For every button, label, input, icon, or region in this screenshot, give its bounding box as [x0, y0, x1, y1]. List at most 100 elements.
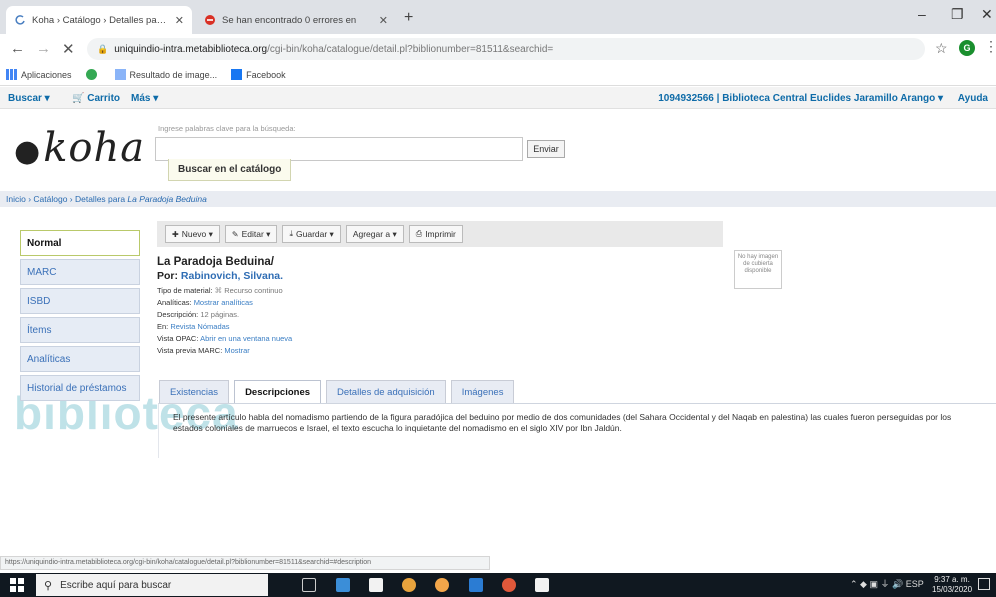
browser-tab-title: Koha › Catálogo › Detalles para :: [32, 14, 169, 26]
marc-preview-link[interactable]: Mostrar: [224, 346, 249, 355]
system-tray[interactable]: ⌃ ◆ ▣ ⏚ 🔊 ESP: [850, 577, 924, 590]
link-status-bar: https://uniquindio-intra.metabiblioteca.…: [0, 556, 490, 570]
sidebar-item-items[interactable]: Ítems: [20, 317, 140, 343]
windows-taskbar: ⚲ Escribe aquí para buscar ⌃ ◆ ▣ ⏚ 🔊 ESP…: [0, 573, 996, 597]
tab-existencias[interactable]: Existencias: [159, 380, 230, 404]
browser-menu-icon[interactable]: ⋮: [984, 38, 996, 55]
close-tab-icon[interactable]: ✕: [379, 14, 388, 27]
reload-favicon-icon: [15, 15, 25, 25]
chrome-active-icon[interactable]: [502, 578, 516, 592]
bookmark-google[interactable]: [85, 69, 101, 80]
cart-icon: 🛒: [72, 93, 85, 104]
task-view-icon[interactable]: [302, 578, 316, 592]
word-icon[interactable]: [469, 578, 483, 592]
nav-mas[interactable]: Más ▾: [131, 93, 158, 104]
meta-label: Vista previa MARC:: [157, 346, 225, 355]
bookmarks-bar: Aplicaciones Resultado de image... Faceb…: [0, 64, 996, 86]
meta-analiticas: Analíticas: Mostrar analíticas: [157, 298, 253, 307]
url-path: /cgi-bin/koha/catalogue/detail.pl?biblio…: [267, 43, 554, 55]
nav-help[interactable]: Ayuda: [958, 93, 988, 104]
koha-logo-text: koha: [43, 125, 146, 171]
lock-icon: 🔒: [97, 43, 109, 54]
bookmark-label: Facebook: [246, 69, 286, 80]
error-favicon-icon: [205, 15, 215, 25]
stop-icon[interactable]: ✕: [62, 40, 75, 58]
back-arrow-icon[interactable]: ←: [10, 40, 25, 57]
sidebar-item-analiticas[interactable]: Analíticas: [20, 346, 140, 372]
chrome-icon[interactable]: [402, 578, 416, 592]
taskbar-clock[interactable]: 9:37 a. m. 15/03/2020: [932, 575, 972, 595]
meta-value: 12 páginas.: [200, 310, 240, 319]
language-indicator[interactable]: ESP: [906, 579, 924, 589]
bookmark-image-results[interactable]: Resultado de image...: [114, 69, 218, 80]
sidebar-item-historial[interactable]: Historial de préstamos: [20, 375, 140, 401]
meta-value: Recurso continuo: [224, 286, 283, 295]
search-hint: Ingrese palabras clave para la búsqueda:: [158, 124, 296, 133]
bookmark-label: Aplicaciones: [21, 69, 72, 80]
host-record-link[interactable]: Revista Nómadas: [170, 322, 229, 331]
calculator-icon[interactable]: [535, 578, 549, 592]
bookmark-label: Resultado de image...: [129, 69, 218, 80]
new-tab-button[interactable]: +: [404, 9, 413, 27]
catalog-search-input[interactable]: [155, 137, 523, 161]
show-analytics-link[interactable]: Mostrar analíticas: [194, 298, 253, 307]
agregar-button[interactable]: Agregar a ▾: [345, 225, 404, 243]
nav-user-library[interactable]: 1094932566 | Biblioteca Central Euclides…: [658, 93, 943, 104]
meta-marc: Vista previa MARC: Mostrar: [157, 346, 250, 355]
clock-date: 15/03/2020: [932, 585, 973, 594]
bookmark-facebook[interactable]: Facebook: [231, 69, 286, 80]
taskbar-search-box[interactable]: ⚲ Escribe aquí para buscar: [36, 574, 268, 596]
firefox-icon[interactable]: [435, 578, 449, 592]
tab-imagenes[interactable]: Imágenes: [450, 380, 515, 404]
forward-arrow-icon[interactable]: →: [36, 40, 51, 57]
sidebar-item-normal[interactable]: Normal: [20, 230, 140, 256]
editar-button[interactable]: ✎ Editar ▾: [224, 225, 278, 243]
imprimir-button-label: Imprimir: [425, 229, 456, 239]
guardar-button-label: Guardar ▾: [296, 228, 334, 239]
breadcrumb: Inicio › Catálogo › Detalles para La Par…: [0, 191, 996, 207]
koha-logo[interactable]: ●koha: [14, 125, 145, 171]
windows-start-icon[interactable]: [10, 578, 24, 592]
browser-tab-koha[interactable]: Koha › Catálogo › Detalles para : ✕: [6, 6, 192, 34]
clock-time: 9:37 a. m.: [934, 575, 970, 584]
search-submit-button[interactable]: Enviar: [527, 140, 565, 158]
nuevo-button-label: Nuevo ▾: [181, 228, 213, 239]
opac-view-link[interactable]: Abrir en una ventana nueva: [200, 334, 292, 343]
guardar-button[interactable]: ⤓ Guardar ▾: [282, 225, 341, 243]
minimize-icon[interactable]: –: [918, 6, 926, 22]
koha-top-nav: Buscar ▾ 🛒 Carrito Más ▾ 1094932566 | Bi…: [0, 87, 996, 109]
meta-label: En:: [157, 322, 171, 331]
nav-carrito[interactable]: 🛒 Carrito: [72, 93, 120, 104]
window-close-icon[interactable]: ✕: [981, 6, 993, 23]
sidebar-item-marc[interactable]: MARC: [20, 259, 140, 285]
meta-material: Tipo de material: ⌘ Recurso continuo: [157, 286, 283, 295]
sidebar-item-isbd[interactable]: ISBD: [20, 288, 140, 314]
meta-label: Descripción:: [157, 310, 201, 319]
nuevo-button[interactable]: ✚ Nuevo ▾: [165, 225, 220, 243]
address-bar[interactable]: 🔒 uniquindio-intra.metabiblioteca.org/cg…: [87, 38, 925, 60]
pencil-icon: ✎: [231, 229, 239, 239]
maximize-icon[interactable]: ❐: [951, 6, 964, 23]
tab-adquisicion[interactable]: Detalles de adquisición: [326, 380, 446, 404]
bookmark-star-icon[interactable]: ☆: [935, 40, 948, 57]
notifications-icon[interactable]: [978, 578, 990, 590]
profile-avatar[interactable]: G: [959, 40, 975, 56]
browser-tab-errors[interactable]: Se han encontrado 0 errores en ✕: [196, 6, 396, 34]
close-tab-icon[interactable]: ✕: [175, 14, 184, 27]
breadcrumb-path[interactable]: Inicio › Catálogo › Detalles para: [6, 194, 127, 204]
author-label: Por:: [157, 270, 181, 282]
search-catalog-tab[interactable]: Buscar en el catálogo: [168, 159, 292, 181]
imprimir-button[interactable]: ⎙ Imprimir: [408, 225, 463, 243]
url-domain: uniquindio-intra.metabiblioteca.org: [114, 43, 268, 55]
browser-tab-title: Se han encontrado 0 errores en: [222, 14, 357, 26]
taskbar-search-placeholder: Escribe aquí para buscar: [60, 579, 172, 591]
nav-buscar[interactable]: Buscar ▾: [8, 93, 50, 104]
store-icon[interactable]: [369, 578, 383, 592]
bookmark-apps[interactable]: Aplicaciones: [6, 69, 72, 80]
apps-grid-icon: [6, 69, 17, 80]
author-link[interactable]: Rabinovich, Silvana.: [181, 270, 283, 282]
koha-drop-icon: ●: [14, 134, 42, 169]
tab-descripciones[interactable]: Descripciones: [234, 380, 322, 404]
news-app-icon[interactable]: [336, 578, 350, 592]
printer-icon: ⎙: [415, 229, 423, 238]
